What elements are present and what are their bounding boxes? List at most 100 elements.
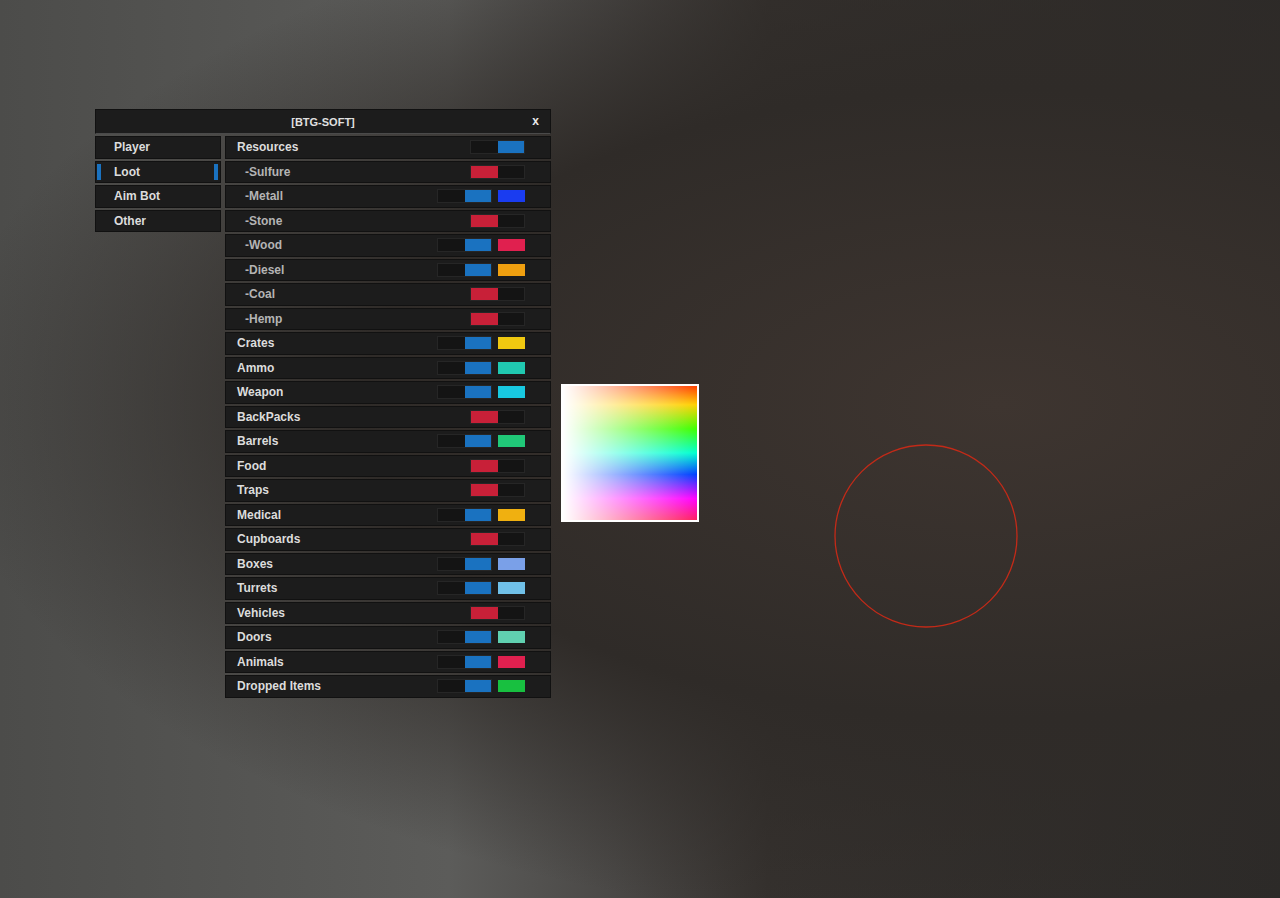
toggle-switch[interactable]: [437, 557, 492, 571]
toggle-on-segment: [465, 631, 492, 643]
toggle-switch[interactable]: [470, 606, 525, 620]
toggle-switch[interactable]: [437, 581, 492, 595]
option-controls: [437, 679, 525, 693]
toggle-switch[interactable]: [437, 238, 492, 252]
toggle-off-segment: [438, 239, 465, 251]
sidebar-item[interactable]: Other: [95, 210, 221, 233]
toggle-off-segment: [438, 264, 465, 276]
toggle-off-segment: [471, 533, 498, 545]
toggle-switch[interactable]: [470, 140, 525, 154]
option-controls: [437, 508, 525, 522]
toggle-on-segment: [498, 313, 525, 325]
sidebar-item[interactable]: Player: [95, 136, 221, 159]
toggle-on-segment: [498, 215, 525, 227]
toggle-off-segment: [471, 215, 498, 227]
option-label: Barrels: [237, 434, 278, 448]
toggle-switch[interactable]: [437, 361, 492, 375]
toggle-on-segment: [465, 264, 492, 276]
toggle-off-segment: [438, 337, 465, 349]
toggle-off-segment: [471, 411, 498, 423]
toggle-switch[interactable]: [470, 532, 525, 546]
option-controls: [437, 581, 525, 595]
toggle-switch[interactable]: [437, 336, 492, 350]
color-swatch[interactable]: [498, 264, 525, 276]
toggle-switch[interactable]: [437, 655, 492, 669]
color-swatch[interactable]: [498, 386, 525, 398]
menu-body: PlayerLootAim BotOtherResources-Sulfure-…: [95, 136, 551, 698]
toggle-on-segment: [465, 386, 492, 398]
toggle-switch[interactable]: [470, 410, 525, 424]
toggle-off-segment: [438, 680, 465, 692]
toggle-on-segment: [465, 190, 492, 202]
option-label: Traps: [237, 483, 269, 497]
toggle-switch[interactable]: [437, 189, 492, 203]
toggle-switch[interactable]: [470, 459, 525, 473]
toggle-off-segment: [471, 484, 498, 496]
title-bar[interactable]: [BTG-SOFT] x: [95, 109, 551, 134]
window-title: [BTG-SOFT]: [291, 116, 355, 128]
option-row: -Wood: [225, 234, 551, 257]
toggle-switch[interactable]: [470, 312, 525, 326]
option-controls: [437, 361, 525, 375]
option-row: Medical: [225, 504, 551, 527]
option-controls: [437, 630, 525, 644]
toggle-switch[interactable]: [437, 630, 492, 644]
option-label: -Metall: [245, 189, 283, 203]
option-controls: [437, 336, 525, 350]
toggle-on-segment: [465, 239, 492, 251]
toggle-off-segment: [438, 582, 465, 594]
close-button[interactable]: x: [532, 114, 539, 128]
color-swatch[interactable]: [498, 680, 525, 692]
toggle-on-segment: [465, 435, 492, 447]
option-label: -Diesel: [245, 263, 284, 277]
sidebar-item[interactable]: Loot: [95, 161, 221, 184]
toggle-switch[interactable]: [470, 483, 525, 497]
toggle-switch[interactable]: [437, 679, 492, 693]
option-label: -Hemp: [245, 312, 282, 326]
color-swatch[interactable]: [498, 631, 525, 643]
option-label: Medical: [237, 508, 281, 522]
option-row: -Diesel: [225, 259, 551, 282]
color-swatch[interactable]: [498, 656, 525, 668]
option-label: Vehicles: [237, 606, 285, 620]
option-controls: [470, 410, 525, 424]
option-row: Weapon: [225, 381, 551, 404]
option-row: Food: [225, 455, 551, 478]
option-row: Boxes: [225, 553, 551, 576]
toggle-switch[interactable]: [470, 214, 525, 228]
option-label: Dropped Items: [237, 679, 321, 693]
color-swatch[interactable]: [498, 190, 525, 202]
option-label: Doors: [237, 630, 272, 644]
color-swatch[interactable]: [498, 558, 525, 570]
color-swatch[interactable]: [498, 362, 525, 374]
toggle-off-segment: [438, 558, 465, 570]
toggle-on-segment: [498, 166, 525, 178]
color-swatch[interactable]: [498, 435, 525, 447]
toggle-switch[interactable]: [470, 287, 525, 301]
toggle-switch[interactable]: [470, 165, 525, 179]
color-swatch[interactable]: [498, 509, 525, 521]
toggle-switch[interactable]: [437, 434, 492, 448]
toggle-on-segment: [498, 288, 525, 300]
option-controls: [470, 312, 525, 326]
option-label: Ammo: [237, 361, 274, 375]
sidebar-item[interactable]: Aim Bot: [95, 185, 221, 208]
option-row: Cupboards: [225, 528, 551, 551]
color-swatch[interactable]: [498, 582, 525, 594]
toggle-switch[interactable]: [437, 263, 492, 277]
color-picker[interactable]: [561, 384, 699, 522]
option-row: -Metall: [225, 185, 551, 208]
option-row: Ammo: [225, 357, 551, 380]
color-swatch[interactable]: [498, 239, 525, 251]
option-label: Weapon: [237, 385, 283, 399]
sidebar: PlayerLootAim BotOther: [95, 136, 221, 232]
option-row: Traps: [225, 479, 551, 502]
toggle-off-segment: [471, 288, 498, 300]
option-controls: [470, 459, 525, 473]
color-swatch[interactable]: [498, 337, 525, 349]
option-controls: [470, 140, 525, 154]
toggle-switch[interactable]: [437, 508, 492, 522]
toggle-switch[interactable]: [437, 385, 492, 399]
game-scene: [BTG-SOFT] x PlayerLootAim BotOtherResourc…: [0, 0, 1280, 898]
toggle-on-segment: [498, 533, 525, 545]
